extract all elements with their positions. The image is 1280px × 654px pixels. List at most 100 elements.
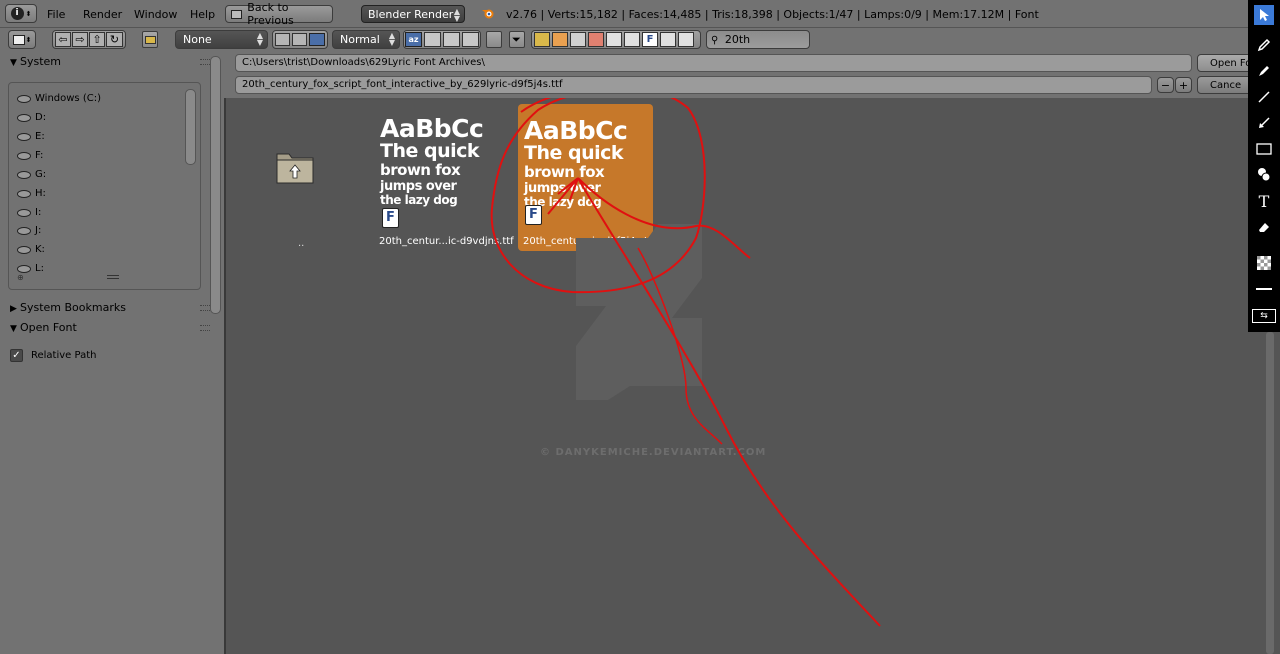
menu-render[interactable]: Render <box>83 8 122 21</box>
refresh-icon[interactable]: ↻ <box>106 32 123 47</box>
drive-list-scrollbar[interactable] <box>185 89 196 165</box>
scene-stats: v2.76 | Verts:15,182 | Faces:14,485 | Tr… <box>506 8 1039 21</box>
drive-label: H: <box>35 188 46 199</box>
filter-type-buttons: F <box>531 30 701 49</box>
increment-filename-button[interactable]: + <box>1175 77 1192 93</box>
filter-folder-icon[interactable] <box>534 32 550 47</box>
forward-arrow-icon[interactable]: ⇨ <box>72 32 88 47</box>
sort-extension-icon[interactable] <box>424 32 441 47</box>
render-engine-select[interactable]: Blender Render ▲ ▼ <box>361 5 465 23</box>
collapse-triangle-icon: ▼ <box>10 324 17 334</box>
open-font-panel-header[interactable]: ▼ Open Font <box>0 319 222 337</box>
swap-tool-button[interactable]: ⇆ <box>1252 309 1276 323</box>
search-icon: ⚲ <box>711 35 719 46</box>
system-bookmarks-panel-header[interactable]: ▶ System Bookmarks <box>0 299 222 317</box>
drive-item[interactable]: H: <box>17 188 46 199</box>
fill-color-button[interactable] <box>1254 253 1274 273</box>
drive-item[interactable]: I: <box>17 207 41 218</box>
menu-file[interactable]: File <box>47 8 65 21</box>
filter-sound-icon[interactable] <box>660 32 676 47</box>
red-annotation-overlay <box>490 98 881 627</box>
screen-back-icon <box>231 9 243 19</box>
stroke-icon <box>1256 288 1272 290</box>
filter-search-value: 20th <box>724 33 751 46</box>
short-list-icon[interactable] <box>275 33 290 46</box>
add-icon[interactable]: ⊕ <box>17 273 24 282</box>
filter-backup-icon[interactable] <box>570 32 586 47</box>
system-panel-title: System <box>20 55 62 68</box>
filter-button[interactable]: ⏷ <box>509 31 525 48</box>
filter-font-icon[interactable]: F <box>642 32 658 47</box>
parent-directory-icon[interactable]: ⇧ <box>89 32 105 47</box>
filter-movie-icon[interactable] <box>606 32 622 47</box>
display-mode-select[interactable]: None ▲ ▼ <box>175 30 268 49</box>
select-arrows-icon: ▲ ▼ <box>388 31 395 47</box>
select-arrows-icon: ▲ ▼ <box>453 7 460 23</box>
filter-image-icon[interactable] <box>588 32 604 47</box>
collapse-triangle-icon: ▼ <box>10 58 17 68</box>
file-browser-icon <box>12 34 25 45</box>
back-arrow-icon[interactable]: ⇦ <box>55 32 71 47</box>
sort-size-icon[interactable] <box>462 32 479 47</box>
sidebar-scrollbar[interactable] <box>210 56 221 314</box>
rectangle-tool-button[interactable] <box>1254 139 1274 159</box>
right-scroll-area <box>1248 332 1280 654</box>
filter-script-icon[interactable] <box>624 32 640 47</box>
drive-item[interactable]: E: <box>17 131 45 142</box>
hide-dotfiles-button[interactable] <box>486 31 502 48</box>
system-bookmarks-title: System Bookmarks <box>20 301 126 314</box>
drag-grip-icon[interactable] <box>200 325 210 331</box>
drive-item[interactable]: Windows (C:) <box>17 93 101 104</box>
menu-window[interactable]: Window <box>134 8 177 21</box>
drive-item[interactable]: K: <box>17 244 45 255</box>
info-icon: i <box>10 7 24 20</box>
pointer-tool-button[interactable] <box>1254 5 1274 25</box>
new-directory-button[interactable] <box>142 31 158 48</box>
arrow-icon <box>1259 117 1270 128</box>
sort-buttons: az <box>403 30 481 49</box>
arrow-tool-button[interactable] <box>1254 113 1274 133</box>
filename-input[interactable]: 20th_century_fox_script_font_interactive… <box>235 76 1152 94</box>
right-scrollbar[interactable] <box>1266 332 1274 654</box>
drive-item[interactable]: D: <box>17 112 46 123</box>
annotation-toolbar: T ⇆ <box>1248 0 1280 332</box>
drag-grip-icon[interactable] <box>200 305 210 311</box>
editor-type-button[interactable]: i ⬍ <box>5 4 37 23</box>
sort-alpha-icon[interactable]: az <box>405 32 422 47</box>
drive-label: J: <box>35 225 42 236</box>
drive-label: Windows (C:) <box>35 93 101 104</box>
drive-item[interactable]: G: <box>17 169 46 180</box>
counter-tool-button[interactable] <box>1254 165 1274 185</box>
decrement-filename-button[interactable]: − <box>1157 77 1174 93</box>
counter-icon <box>1258 168 1271 182</box>
eraser-tool-button[interactable] <box>1254 217 1274 237</box>
sort-time-icon[interactable] <box>443 32 460 47</box>
directory-path-input[interactable]: C:\Users\trist\Downloads\629Lyric Font A… <box>235 54 1192 72</box>
long-list-icon[interactable] <box>292 33 307 46</box>
thumbnails-icon[interactable] <box>309 33 325 46</box>
chevron-down-icon: ⬍ <box>25 35 32 44</box>
line-tool-button[interactable] <box>1254 87 1274 107</box>
file-browser-toolbar: ⬍ ⇦ ⇨ ⇧ ↻ None ▲ ▼ Normal ▲ ▼ az ⏷ F ⚲ 2… <box>0 28 1248 52</box>
filter-text-icon[interactable] <box>678 32 694 47</box>
line-icon <box>1258 91 1270 103</box>
stroke-width-button[interactable] <box>1254 279 1274 299</box>
drive-item[interactable]: J: <box>17 225 41 236</box>
checkbox-checked-icon[interactable]: ✓ <box>10 349 23 362</box>
back-to-previous-button[interactable]: Back to Previous <box>225 1 333 27</box>
drive-icon <box>17 264 31 273</box>
filter-search-input[interactable]: ⚲ 20th <box>706 30 810 49</box>
sort-mode-select[interactable]: Normal ▲ ▼ <box>332 30 400 49</box>
editor-type-file-browser-button[interactable]: ⬍ <box>8 30 36 49</box>
system-panel-header[interactable]: ▼ System <box>0 53 222 71</box>
menu-help[interactable]: Help <box>190 8 215 21</box>
relative-path-checkbox-row[interactable]: ✓ Relative Path <box>10 349 96 362</box>
resize-handle-icon[interactable] <box>107 275 119 279</box>
marker-tool-button[interactable] <box>1254 61 1274 81</box>
drive-item[interactable]: F: <box>17 150 43 161</box>
pencil-tool-button[interactable] <box>1254 35 1274 55</box>
filter-blend-icon[interactable] <box>552 32 568 47</box>
view-mode-buttons <box>272 30 328 49</box>
text-tool-button[interactable]: T <box>1254 191 1274 211</box>
drag-grip-icon[interactable] <box>200 59 210 65</box>
